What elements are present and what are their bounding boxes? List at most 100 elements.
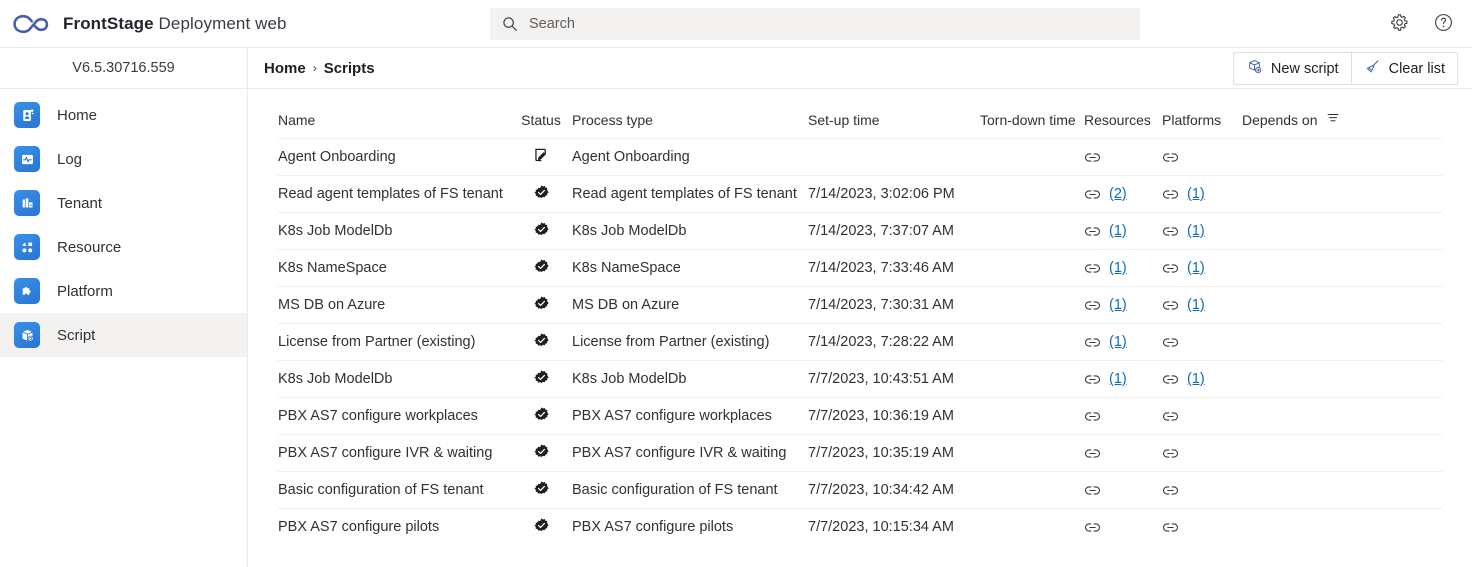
resources-count[interactable]: (1) [1109,371,1127,387]
clear-list-button[interactable]: Clear list [1350,53,1457,84]
table-row[interactable]: MS DB on Azure MS DB on Azure 7/14/2023, 7… [278,286,1442,324]
platforms-count[interactable]: (1) [1187,260,1205,276]
app-title: FrontStage Deployment web [63,14,287,34]
platforms-count[interactable]: (1) [1187,297,1205,313]
cell-platforms[interactable] [1162,508,1242,546]
cell-resources[interactable]: (1) [1084,286,1162,324]
column-header-status[interactable]: Status [510,89,572,139]
sidebar-item-platform[interactable]: Platform [0,269,247,313]
link-icon[interactable] [1084,408,1101,425]
cell-resources[interactable]: (1) [1084,212,1162,250]
cell-name[interactable]: MS DB on Azure [278,286,510,324]
cell-platforms[interactable] [1162,434,1242,472]
link-icon[interactable] [1162,408,1179,425]
cell-name[interactable]: K8s Job ModelDb [278,212,510,250]
cell-resources[interactable]: (1) [1084,323,1162,361]
table-row[interactable]: PBX AS7 configure pilots PBX AS7 configur… [278,508,1442,546]
resources-count[interactable]: (2) [1109,186,1127,202]
link-icon[interactable] [1084,371,1101,388]
cell-resources[interactable] [1084,508,1162,546]
link-icon[interactable] [1162,149,1179,166]
link-icon[interactable] [1162,519,1179,536]
cell-platforms[interactable]: (1) [1162,212,1242,250]
sidebar-item-resource[interactable]: Resource [0,225,247,269]
table-row[interactable]: K8s Job ModelDb K8s Job ModelDb 7/7/2023, … [278,360,1442,398]
table-row[interactable]: PBX AS7 configure workplaces PBX AS7 conf… [278,397,1442,435]
cell-platforms[interactable]: (1) [1162,175,1242,213]
search-input[interactable] [529,15,1128,32]
sidebar-item-tenant[interactable]: Tenant [0,181,247,225]
help-button[interactable] [1428,9,1458,39]
cell-name[interactable]: Agent Onboarding [278,138,510,176]
link-icon[interactable] [1084,297,1101,314]
cell-name[interactable]: Basic configuration of FS tenant [278,471,510,509]
column-header-resources[interactable]: Resources [1084,89,1162,139]
cell-platforms[interactable] [1162,397,1242,435]
cell-platforms[interactable]: (1) [1162,286,1242,324]
link-icon[interactable] [1162,334,1179,351]
column-header-setup-time[interactable]: Set-up time [808,89,980,139]
link-icon[interactable] [1162,371,1179,388]
cell-resources[interactable]: (2) [1084,175,1162,213]
settings-button[interactable] [1384,9,1414,39]
cell-platforms[interactable] [1162,323,1242,361]
cell-name[interactable]: K8s NameSpace [278,249,510,287]
table-row[interactable]: PBX AS7 configure IVR & waiting PBX AS7 c… [278,434,1442,472]
cell-resources[interactable] [1084,397,1162,435]
resources-count[interactable]: (1) [1109,223,1127,239]
link-icon[interactable] [1084,482,1101,499]
link-icon[interactable] [1084,445,1101,462]
column-header-process-type[interactable]: Process type [572,89,808,139]
table-row[interactable]: K8s Job ModelDb K8s Job ModelDb 7/14/2023,… [278,212,1442,250]
cell-resources[interactable] [1084,138,1162,176]
table-row[interactable]: Read agent templates of FS tenant Read ag… [278,175,1442,213]
cell-resources[interactable] [1084,434,1162,472]
link-icon[interactable] [1162,445,1179,462]
cell-name[interactable]: K8s Job ModelDb [278,360,510,398]
link-icon[interactable] [1162,260,1179,277]
link-icon[interactable] [1084,149,1101,166]
link-icon[interactable] [1162,297,1179,314]
link-icon[interactable] [1084,223,1101,240]
global-search[interactable] [490,7,1140,40]
sidebar-item-home[interactable]: Home [0,93,247,137]
cell-platforms[interactable]: (1) [1162,249,1242,287]
cell-name[interactable]: PBX AS7 configure IVR & waiting [278,434,510,472]
link-icon[interactable] [1084,260,1101,277]
cell-platforms[interactable] [1162,138,1242,176]
column-header-platforms[interactable]: Platforms [1162,89,1242,139]
cell-resources[interactable] [1084,471,1162,509]
cell-name[interactable]: PBX AS7 configure pilots [278,508,510,546]
platforms-count[interactable]: (1) [1187,223,1205,239]
column-header-name[interactable]: Name [278,89,510,139]
platforms-count[interactable]: (1) [1187,186,1205,202]
cell-name[interactable]: Read agent templates of FS tenant [278,175,510,213]
link-icon[interactable] [1084,334,1101,351]
link-icon[interactable] [1162,186,1179,203]
link-icon[interactable] [1162,223,1179,240]
table-row[interactable]: Basic configuration of FS tenant Basic co… [278,471,1442,509]
sidebar-item-log[interactable]: Log [0,137,247,181]
cell-platforms[interactable]: (1) [1162,360,1242,398]
table-row[interactable]: K8s NameSpace K8s NameSpace 7/14/2023, 7:3… [278,249,1442,287]
table-row[interactable]: License from Partner (existing) License f… [278,323,1442,361]
platforms-count[interactable]: (1) [1187,371,1205,387]
cell-name[interactable]: PBX AS7 configure workplaces [278,397,510,435]
resources-count[interactable]: (1) [1109,297,1127,313]
link-icon[interactable] [1084,186,1101,203]
new-script-button[interactable]: New script [1233,53,1351,84]
link-icon[interactable] [1162,482,1179,499]
table-row[interactable]: Agent Onboarding Agent Onboarding [278,138,1442,176]
resources-count[interactable]: (1) [1109,334,1127,350]
sidebar-item-script[interactable]: Script [0,313,247,357]
cell-name[interactable]: License from Partner (existing) [278,323,510,361]
cell-resources[interactable]: (1) [1084,360,1162,398]
link-icon[interactable] [1084,519,1101,536]
column-header-depends-on[interactable]: Depends on [1242,89,1442,139]
cell-platforms[interactable] [1162,471,1242,509]
breadcrumb-home[interactable]: Home [264,60,306,77]
resources-count[interactable]: (1) [1109,260,1127,276]
cell-resources[interactable]: (1) [1084,249,1162,287]
sort-descending-icon[interactable] [1326,111,1340,128]
column-header-torn-down-time[interactable]: Torn-down time [980,89,1084,139]
